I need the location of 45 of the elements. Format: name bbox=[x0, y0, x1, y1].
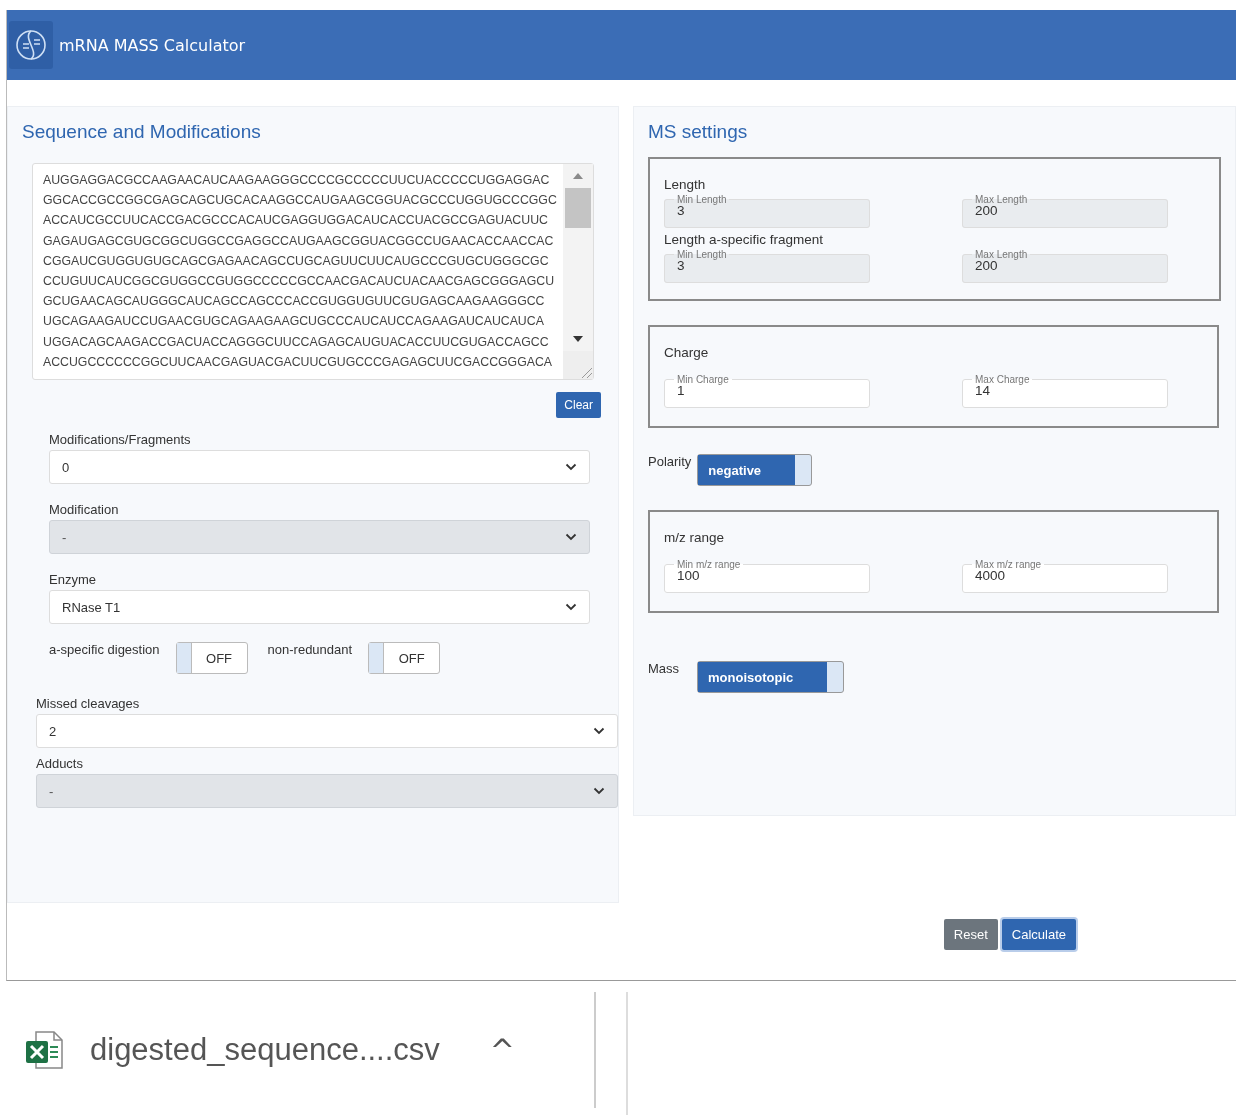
scroll-up-icon[interactable] bbox=[572, 172, 584, 180]
chevron-icon bbox=[565, 603, 577, 611]
chevron-icon bbox=[593, 727, 605, 735]
app-title: mRNA MASS Calculator bbox=[59, 35, 246, 55]
toggle-switch[interactable]: monoisotopic bbox=[697, 661, 845, 693]
toggle-label: non-redundant bbox=[267, 642, 353, 657]
toggle-label: Mass bbox=[648, 661, 680, 676]
toggle-switch[interactable]: OFF bbox=[368, 642, 441, 674]
number-field[interactable]: Max m/z range 4000 bbox=[962, 559, 1168, 593]
toggle-label: Polarity bbox=[648, 454, 692, 469]
chevron-icon bbox=[565, 463, 577, 471]
field-label: Modification bbox=[49, 502, 120, 517]
scrollbar-thumb[interactable] bbox=[565, 188, 591, 228]
logo-icon bbox=[14, 28, 48, 62]
spreadsheet-file-icon bbox=[24, 1029, 64, 1071]
panel-title: MS settings bbox=[648, 121, 749, 143]
scroll-down-icon[interactable] bbox=[572, 335, 584, 343]
group-title: Charge bbox=[664, 345, 710, 360]
chevron-icon bbox=[565, 533, 577, 541]
number-field[interactable]: Min Charge 1 bbox=[664, 374, 870, 408]
caret-icon[interactable]: ^ bbox=[489, 1032, 515, 1068]
sequence-textarea[interactable]: AUGGAGGACGCCAAGAACAUCAAGAAGGGCCCCGCCCCCUUCUACCCCCUGGAGGAC GGCACCGCCGGCGAGCAGCUGCACAAGGCCAUGAAGCGGUACGCCCUGGUGCCCGGC ACCAUCGCCUUCACCGACGCCCACAUCGAGGUGGACAUCACCUACGCCGAGUACUUC GAGAUGAGCGUGCGGCUGGCCGAGGCCAUGAAGCGGUACGGCCUGAACACCAACCAC CGGAUCGUGGUGUGCAGCGAGAACAGCCUGCAGUUCUUCAUGCCCGUGCUGGGCGC CCUGUUCAUCGGCGUGGCCGUGGCCCCCGCCAACGACAUCUACAACGAGCGGGAGCU GCUGAACAGCAUGGGCAUCAGCCAGCCCACCGUGGUGUUCGUGAGCAAGAAGGGCC UGCAGAAGAUCCUGAACGUGCAGAAGAAGCUGCCCAUCAUCCAGAAGAUCAUCAUCA UGGACAGCAAGACCGACUACCAGGGCUUCCAGAGCAUGUACACCUUCGUGACCAGCC ACCUGCCCCCCGGCUUCAACGAGUACGACUUCGUGCCCGAGAGCUUCGACCGGGACA bbox=[32, 163, 594, 380]
toggle-switch[interactable]: OFF bbox=[175, 642, 248, 674]
calculate-button[interactable]: Calculate bbox=[1001, 919, 1076, 950]
field-label: Modifications/Fragments bbox=[49, 432, 192, 447]
number-field[interactable]: Max Charge 14 bbox=[962, 374, 1168, 408]
group-title: Length a-specific fragment bbox=[664, 232, 825, 247]
reset-button[interactable]: Reset bbox=[943, 919, 998, 950]
field-label: Adducts bbox=[36, 756, 84, 771]
group-title: m/z range bbox=[664, 530, 726, 545]
chevron-icon bbox=[593, 787, 605, 795]
scrollbar[interactable] bbox=[563, 164, 593, 379]
field-label: Enzyme bbox=[49, 572, 97, 587]
clear-button[interactable]: Clear bbox=[556, 392, 601, 418]
panel-title: Sequence and Modifications bbox=[22, 121, 262, 143]
download-file-name[interactable]: digested_sequence....csv bbox=[90, 1032, 440, 1068]
dropdown[interactable]: 2 bbox=[36, 714, 618, 748]
dropdown[interactable]: RNase T1 bbox=[49, 590, 590, 624]
field-label: Missed cleavages bbox=[36, 696, 141, 711]
dropdown[interactable]: 0 bbox=[49, 450, 590, 484]
number-field[interactable]: Min m/z range 100 bbox=[664, 559, 870, 593]
resize-handle-icon[interactable] bbox=[579, 365, 593, 379]
toggle-switch[interactable]: negative bbox=[697, 454, 813, 486]
group-title: Length bbox=[664, 177, 707, 192]
toggle-label: a-specific digestion bbox=[49, 642, 160, 657]
